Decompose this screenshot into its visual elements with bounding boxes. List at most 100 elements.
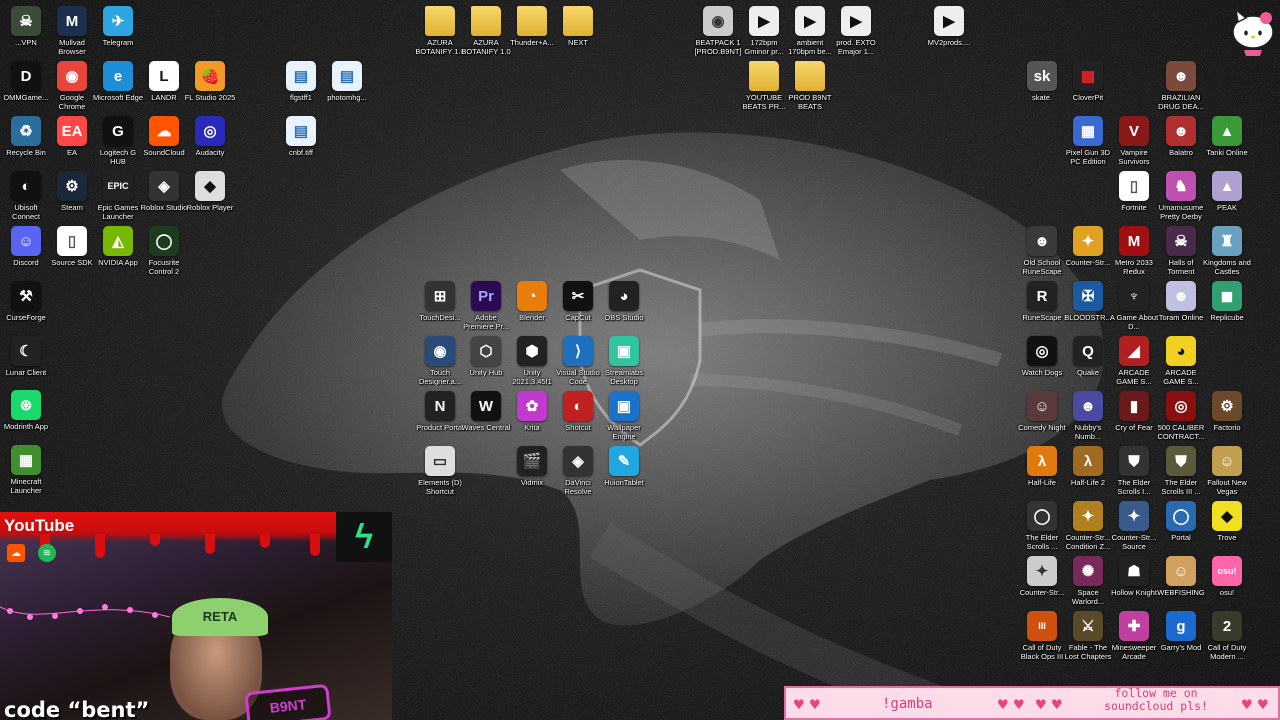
- desktop-icon[interactable]: AZURA BOTANIFY 1.0: [460, 6, 512, 56]
- desktop-icon[interactable]: ▲ PEAK: [1201, 171, 1253, 212]
- desktop-icon[interactable]: ◎ Audacity: [184, 116, 236, 157]
- desktop-icon[interactable]: sk skate.: [1016, 61, 1068, 102]
- desktop-icon[interactable]: M Metro 2033 Redux: [1108, 226, 1160, 276]
- desktop-icon[interactable]: ☻ Balatro: [1155, 116, 1207, 157]
- desktop-icon[interactable]: G Logitech G HUB: [92, 116, 144, 166]
- desktop-icon[interactable]: ⊛ Modrinth App: [0, 390, 52, 431]
- desktop-icon[interactable]: ✺ Space Warlord...: [1062, 556, 1114, 606]
- desktop-icon[interactable]: W Waves Central: [460, 391, 512, 432]
- desktop-icon[interactable]: D DMMGame...: [0, 61, 52, 102]
- desktop-icon[interactable]: YOUTUBE BEATS PR...: [738, 61, 790, 111]
- desktop-icon[interactable]: ◉ Touch Designer.a...: [414, 336, 466, 386]
- desktop-icon[interactable]: AZURA BOTANIFY 1.0: [414, 6, 466, 56]
- desktop-icon[interactable]: ✦ Counter-Str...: [1016, 556, 1068, 597]
- desktop-icon[interactable]: ✠ BLOODSTR...: [1062, 281, 1114, 322]
- desktop-icon[interactable]: III Call of Duty Black Ops III: [1016, 611, 1068, 661]
- desktop-icon[interactable]: ◕ OBS Studio: [598, 281, 650, 322]
- desktop-icon[interactable]: λ Half-Life: [1016, 446, 1068, 487]
- desktop-icon[interactable]: ☺ Discord: [0, 226, 52, 267]
- desktop-icon[interactable]: ☻ Nubby's Numb...: [1062, 391, 1114, 441]
- desktop-icon[interactable]: M Mullvad Browser: [46, 6, 98, 56]
- desktop-icon[interactable]: V Vampire Survivors: [1108, 116, 1160, 166]
- desktop-icon[interactable]: ☻ BRAZILIAN DRUG DEA...: [1155, 61, 1207, 111]
- desktop-icon[interactable]: N Product Portal: [414, 391, 466, 432]
- desktop-icon[interactable]: ♞ Umamusume Pretty Derby: [1155, 171, 1207, 221]
- desktop-icon[interactable]: ◎ Watch Dogs: [1016, 336, 1068, 377]
- desktop-icon[interactable]: ⬢ Unity 2021.3.45f1: [506, 336, 558, 386]
- desktop-icon[interactable]: ☾ Lunar Client: [0, 336, 52, 377]
- desktop-icon[interactable]: ⛊ The Elder Scrolls III ...: [1155, 446, 1207, 496]
- desktop-icon[interactable]: ▣ Wallpaper Engine: [598, 391, 650, 441]
- desktop-icon[interactable]: ✎ HuionTablet: [598, 446, 650, 487]
- desktop-icon[interactable]: ▲ Tanki Online: [1201, 116, 1253, 157]
- desktop-icon[interactable]: ☺ Fallout New Vegas: [1201, 446, 1253, 496]
- desktop-icon[interactable]: ◐ Ubisoft Connect: [0, 171, 52, 221]
- desktop-icon[interactable]: ✦ Counter-Str... Source: [1108, 501, 1160, 551]
- desktop-icon[interactable]: ◢ ARCADE GAME S...: [1108, 336, 1160, 386]
- desktop-icon[interactable]: EPIC Epic Games Launcher: [92, 171, 144, 221]
- desktop-icon[interactable]: ⛊ The Elder Scrolls I...: [1108, 446, 1160, 496]
- desktop-icon[interactable]: PROD B9NT BEATS: [784, 61, 836, 111]
- desktop-icon[interactable]: ▶ MV2prods....: [923, 6, 975, 47]
- desktop-icon[interactable]: ▤ flgstff1: [275, 61, 327, 102]
- desktop-icon[interactable]: ◯ The Elder Scrolls ...: [1016, 501, 1068, 551]
- desktop-icon[interactable]: ⚙ Factorio: [1201, 391, 1253, 432]
- desktop-icon[interactable]: ✦ Counter-Str... Condition Z...: [1062, 501, 1114, 551]
- desktop-icon[interactable]: ☻ Toram Online: [1155, 281, 1207, 322]
- desktop-icon[interactable]: EA EA: [46, 116, 98, 157]
- desktop-icon[interactable]: ☗ Hollow Knight: [1108, 556, 1160, 597]
- desktop-icon[interactable]: ◆ Roblox Player: [184, 171, 236, 212]
- desktop-icon[interactable]: 2 Call of Duty Modern ...: [1201, 611, 1253, 661]
- desktop-icon[interactable]: ▤ cnbf.tiff: [275, 116, 327, 157]
- desktop-icon[interactable]: ◈ DaVinci Resolve: [552, 446, 604, 496]
- desktop-icon[interactable]: ♆ A Game About D...: [1108, 281, 1160, 331]
- desktop-icon[interactable]: ▮ Cry of Fear: [1108, 391, 1160, 432]
- desktop-icon[interactable]: ♜ Kingdoms and Castles: [1201, 226, 1253, 276]
- desktop-icon[interactable]: ⚔ Fable - The Lost Chapters: [1062, 611, 1114, 661]
- desktop-icon[interactable]: ☠ Halls of Torment: [1155, 226, 1207, 276]
- desktop-icon[interactable]: ▯ Source SDK: [46, 226, 98, 267]
- desktop-icon[interactable]: ✈ Telegram: [92, 6, 144, 47]
- desktop-icon[interactable]: ▶ ambient 170bpm be...: [784, 6, 836, 56]
- desktop-icon[interactable]: ◈ Roblox Studio: [138, 171, 190, 212]
- desktop-icon[interactable]: ◯ Focusrite Control 2: [138, 226, 190, 276]
- desktop-icon[interactable]: ✿ Krita: [506, 391, 558, 432]
- desktop-icon[interactable]: R RuneScape: [1016, 281, 1068, 322]
- desktop-icon[interactable]: ▦ Pixel Gun 3D PC Edition: [1062, 116, 1114, 166]
- desktop-icon[interactable]: ▭ Elements (D) Shortcut: [414, 446, 466, 496]
- desktop-icon[interactable]: ▯ Fortnite: [1108, 171, 1160, 212]
- desktop-icon[interactable]: ◉ BEATPACK 1 [PROD.B9NT]: [692, 6, 744, 56]
- desktop-icon[interactable]: ⚙ Steam: [46, 171, 98, 212]
- desktop-icon[interactable]: ⟩ Visual Studio Code: [552, 336, 604, 386]
- desktop-icon[interactable]: ⊞ TouchDesi...: [414, 281, 466, 322]
- desktop-icon[interactable]: ◼ Replicube: [1201, 281, 1253, 322]
- desktop-icon[interactable]: L LANDR: [138, 61, 190, 102]
- desktop-icon[interactable]: ◔ Blender: [506, 281, 558, 322]
- desktop-icon[interactable]: ⚒ CurseForge: [0, 281, 52, 322]
- desktop-icon[interactable]: ◯ Portal: [1155, 501, 1207, 542]
- desktop-icon[interactable]: Q Quake: [1062, 336, 1114, 377]
- desktop-icon[interactable]: λ Half-Life 2: [1062, 446, 1114, 487]
- desktop-icon[interactable]: ☻ Old School RuneScape: [1016, 226, 1068, 276]
- desktop-icon[interactable]: ☠ ...VPN: [0, 6, 52, 47]
- desktop-icon[interactable]: ▩ CloverPit: [1062, 61, 1114, 102]
- desktop-icon[interactable]: 🍓 FL Studio 2025: [184, 61, 236, 102]
- desktop-icon[interactable]: ▶ prod. EXTO Emajor 1...: [830, 6, 882, 56]
- desktop-icon[interactable]: ✚ Minesweeper Arcade: [1108, 611, 1160, 661]
- desktop-icon[interactable]: ☺ WEBFISHING: [1155, 556, 1207, 597]
- desktop-icon[interactable]: ◕ ARCADE GAME S...: [1155, 336, 1207, 386]
- desktop-icon[interactable]: ◎ 500 CALIBER CONTRACT...: [1155, 391, 1207, 441]
- desktop-icon[interactable]: e Microsoft Edge: [92, 61, 144, 102]
- desktop-icon[interactable]: ◐ Shotcut: [552, 391, 604, 432]
- desktop-icon[interactable]: ▦ Minecraft Launcher: [0, 445, 52, 495]
- desktop-icon[interactable]: ⬡ Unity Hub: [460, 336, 512, 377]
- desktop-icon[interactable]: Thunder+A...: [506, 6, 558, 47]
- desktop-icon[interactable]: ▤ photomhg...: [321, 61, 373, 102]
- desktop-icon[interactable]: ◆ Trove: [1201, 501, 1253, 542]
- desktop-icon[interactable]: ◉ Google Chrome: [46, 61, 98, 111]
- desktop-icon[interactable]: ☺ Comedy Night: [1016, 391, 1068, 432]
- desktop-icon[interactable]: ▶ 172bpm Gminor pr...: [738, 6, 790, 56]
- desktop-icon[interactable]: ◭ NVIDIA App: [92, 226, 144, 267]
- desktop-icon[interactable]: ✦ Counter-Str...: [1062, 226, 1114, 267]
- desktop-icon[interactable]: NEXT: [552, 6, 604, 47]
